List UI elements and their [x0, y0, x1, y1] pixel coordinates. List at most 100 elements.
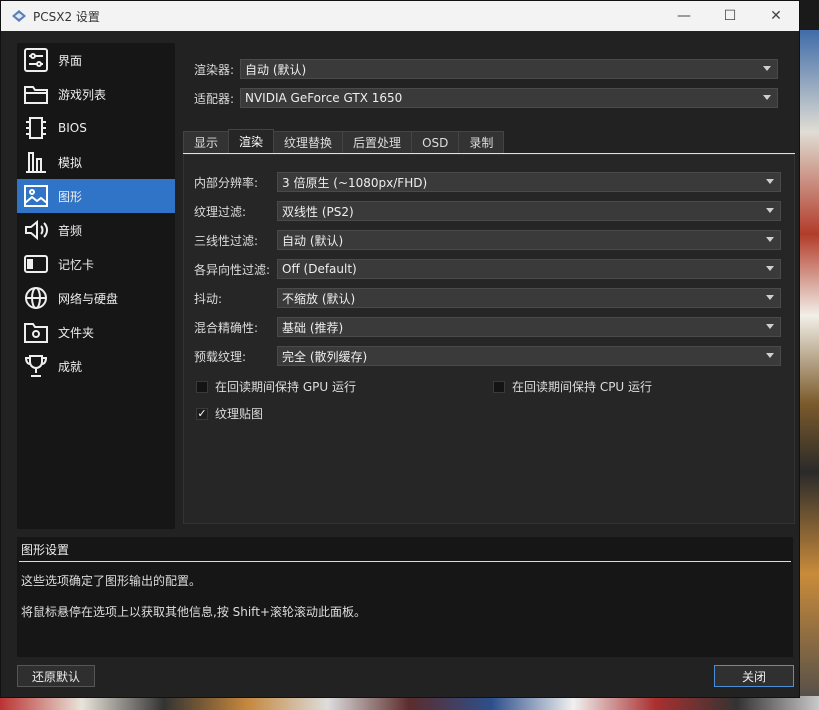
sidebar-item-label: 文件夹 — [58, 325, 95, 340]
tab-display[interactable]: 显示 — [183, 131, 230, 153]
sidebar-item-label: 游戏列表 — [58, 87, 107, 102]
chevron-down-icon — [766, 295, 774, 300]
sidebar-item-label: 网络与硬盘 — [58, 291, 119, 306]
minimize-button[interactable]: — — [661, 1, 707, 31]
sidebar-item-emulation[interactable]: 模拟 — [17, 145, 175, 179]
globe-icon — [22, 284, 50, 312]
dithering-select[interactable]: 不缩放 (默认) — [277, 288, 781, 308]
sidebar-item-label: 记忆卡 — [58, 257, 95, 272]
trophy-icon — [22, 352, 50, 380]
tab-texture-replacement[interactable]: 纹理替换 — [273, 131, 344, 153]
restore-defaults-button[interactable]: 还原默认 — [17, 665, 95, 687]
chevron-down-icon — [766, 179, 774, 184]
sidebar-item-network-hdd[interactable]: 网络与硬盘 — [17, 281, 175, 315]
chevron-down-icon — [763, 95, 771, 100]
folder-icon — [22, 80, 50, 108]
texture-preloading-label: 预载纹理: — [194, 349, 247, 364]
tab-recording[interactable]: 录制 — [458, 131, 505, 153]
anisotropic-filtering-select[interactable]: Off (Default) — [277, 259, 781, 279]
background-collage-right — [799, 30, 819, 710]
sidebar-item-graphics[interactable]: 图形 — [17, 179, 175, 213]
settings-tabs: 显示 渲染 纹理替换 后置处理 OSD 录制 — [183, 129, 505, 153]
close-window-button[interactable]: ✕ — [753, 1, 799, 31]
anisotropic-filtering-value: Off (Default) — [282, 262, 357, 276]
chevron-down-icon — [766, 266, 774, 271]
graphics-settings-content: 渲染器: 自动 (默认) 适配器: NVIDIA GeForce GTX 165… — [181, 43, 795, 529]
sidebar-item-memory-card[interactable]: 记忆卡 — [17, 247, 175, 281]
description-line-1: 这些选项确定了图形输出的配置。 — [21, 574, 202, 588]
checkbox-box[interactable] — [196, 380, 208, 393]
description-title: 图形设置 — [21, 542, 70, 557]
gpu-readback-checkbox[interactable]: 在回读期间保持 GPU 运行 — [196, 378, 356, 395]
internal-resolution-value: 3 倍原生 (~1080px/FHD) — [282, 175, 428, 190]
sidebar-item-label: 模拟 — [58, 155, 83, 170]
pcsx2-logo-icon — [12, 10, 26, 22]
anisotropic-filtering-label: 各异向性过滤: — [194, 262, 271, 277]
chip-icon — [22, 114, 50, 142]
blending-accuracy-row: 混合精确性: 基础 (推荐) — [194, 317, 781, 337]
trilinear-filtering-value: 自动 (默认) — [282, 233, 344, 248]
cpu-readback-checkbox[interactable]: 在回读期间保持 CPU 运行 — [493, 378, 652, 395]
description-line-2: 将鼠标悬停在选项上以获取其他信息,按 Shift+滚轮滚动此面板。 — [21, 605, 366, 619]
renderer-row: 渲染器: 自动 (默认) — [194, 59, 778, 79]
sidebar-item-label: BIOS — [58, 121, 87, 135]
sidebar-item-label: 图形 — [58, 189, 83, 204]
folder-settings-icon — [22, 318, 50, 346]
trilinear-filtering-select[interactable]: 自动 (默认) — [277, 230, 781, 250]
interface-icon — [22, 46, 50, 74]
title-bar[interactable]: PCSX2 设置 — ☐ ✕ — [1, 1, 799, 31]
sidebar-item-folders[interactable]: 文件夹 — [17, 315, 175, 349]
renderer-select[interactable]: 自动 (默认) — [240, 59, 778, 79]
chevron-down-icon — [766, 353, 774, 358]
sidebar-item-achievements[interactable]: 成就 — [17, 349, 175, 383]
window-title: PCSX2 设置 — [33, 9, 100, 24]
adapter-row: 适配器: NVIDIA GeForce GTX 1650 — [194, 88, 778, 108]
sidebar-item-interface[interactable]: 界面 — [17, 43, 175, 77]
chevron-down-icon — [766, 237, 774, 242]
settings-sidebar: 界面 游戏列表 BIOS 模拟 图形 音频 记忆卡 网络与硬盘 文件夹 成就 — [17, 43, 175, 529]
speaker-icon — [22, 216, 50, 244]
tab-rendering[interactable]: 渲染 — [228, 129, 275, 153]
renderer-value: 自动 (默认) — [245, 62, 307, 77]
trilinear-filtering-label: 三线性过滤: — [194, 233, 259, 248]
maximize-button[interactable]: ☐ — [707, 1, 753, 31]
adapter-select[interactable]: NVIDIA GeForce GTX 1650 — [240, 88, 778, 108]
image-icon — [22, 182, 50, 210]
trilinear-filtering-row: 三线性过滤: 自动 (默认) — [194, 230, 781, 250]
texture-preloading-value: 完全 (散列缓存) — [282, 349, 368, 364]
dithering-row: 抖动: 不缩放 (默认) — [194, 288, 781, 308]
dithering-value: 不缩放 (默认) — [282, 291, 356, 306]
tab-post-processing[interactable]: 后置处理 — [342, 131, 413, 153]
description-divider — [19, 561, 791, 562]
renderer-label: 渲染器: — [194, 62, 235, 77]
blending-accuracy-select[interactable]: 基础 (推荐) — [277, 317, 781, 337]
sidebar-item-audio[interactable]: 音频 — [17, 213, 175, 247]
chevron-down-icon — [763, 66, 771, 71]
memory-card-icon — [22, 250, 50, 278]
mipmapping-checkbox[interactable]: ✓ 纹理贴图 — [196, 405, 263, 422]
texture-preloading-row: 预载纹理: 完全 (散列缓存) — [194, 346, 781, 366]
checkbox-box[interactable] — [493, 380, 505, 393]
mipmapping-label: 纹理贴图 — [215, 407, 264, 421]
texture-preloading-select[interactable]: 完全 (散列缓存) — [277, 346, 781, 366]
dithering-label: 抖动: — [194, 291, 223, 306]
chevron-down-icon — [766, 324, 774, 329]
chevron-down-icon — [766, 208, 774, 213]
sidebar-item-label: 成就 — [58, 359, 83, 374]
sidebar-item-label: 界面 — [58, 53, 83, 68]
background-collage-bottom — [0, 696, 819, 710]
texture-filtering-select[interactable]: 双线性 (PS2) — [277, 201, 781, 221]
close-button[interactable]: 关闭 — [714, 665, 794, 687]
texture-filtering-value: 双线性 (PS2) — [282, 204, 354, 219]
sidebar-item-label: 音频 — [58, 223, 83, 238]
settings-window: PCSX2 设置 — ☐ ✕ 界面 游戏列表 BIOS 模拟 图形 音频 记忆卡… — [0, 0, 800, 698]
internal-resolution-label: 内部分辨率: — [194, 175, 259, 190]
cpu-readback-label: 在回读期间保持 CPU 运行 — [512, 380, 653, 394]
checkmark-icon[interactable]: ✓ — [196, 407, 208, 420]
rendering-panel: 内部分辨率: 3 倍原生 (~1080px/FHD) 纹理过滤: 双线性 (PS… — [183, 154, 795, 524]
blending-accuracy-label: 混合精确性: — [194, 320, 259, 335]
tab-osd[interactable]: OSD — [411, 131, 460, 153]
sidebar-item-bios[interactable]: BIOS — [17, 111, 175, 145]
sidebar-item-game-list[interactable]: 游戏列表 — [17, 77, 175, 111]
internal-resolution-select[interactable]: 3 倍原生 (~1080px/FHD) — [277, 172, 781, 192]
